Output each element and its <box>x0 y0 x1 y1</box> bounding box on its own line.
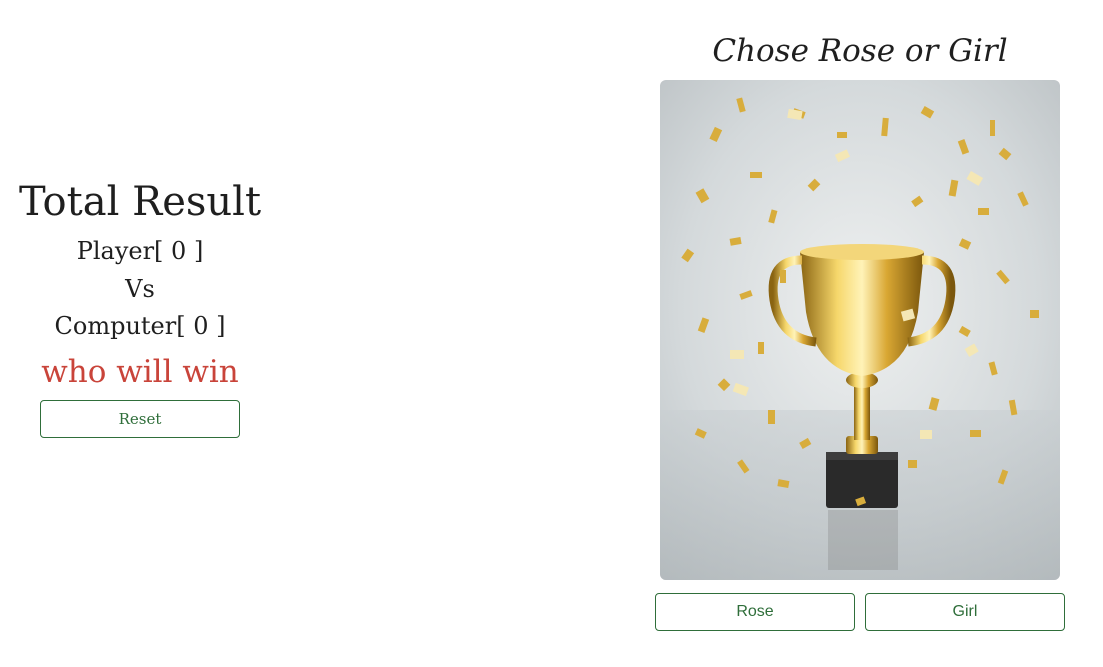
game-heading: Chose Rose or Girl <box>712 33 1008 69</box>
status-message: who will win <box>41 354 239 390</box>
girl-button[interactable]: Girl <box>865 593 1065 631</box>
total-result-title: Total Result <box>18 179 262 225</box>
reset-button[interactable]: Reset <box>40 400 240 438</box>
vs-label: Vs <box>125 275 155 303</box>
trophy-image <box>660 80 1060 580</box>
computer-score: Computer[ 0 ] <box>54 312 226 340</box>
player-score: Player[ 0 ] <box>76 237 204 265</box>
rose-button[interactable]: Rose <box>655 593 855 631</box>
